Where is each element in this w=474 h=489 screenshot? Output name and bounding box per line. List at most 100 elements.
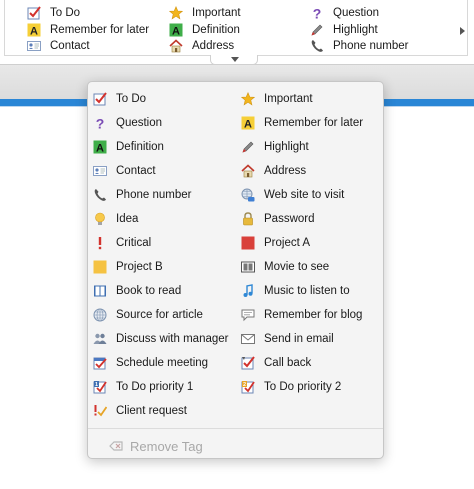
menu-item-label: Idea xyxy=(116,213,139,225)
gallery-expand-button[interactable] xyxy=(210,55,258,65)
speech-bubble-icon xyxy=(241,308,255,322)
contact-card-icon xyxy=(93,164,107,178)
menu-item-send-in-email[interactable]: Send in email xyxy=(241,330,334,348)
menu-item-remember-for-blog[interactable]: Remember for blog xyxy=(241,306,362,324)
menu-item-label: Password xyxy=(264,213,315,225)
menu-item-label: Send in email xyxy=(264,333,334,345)
menu-item-important[interactable]: Important xyxy=(241,90,313,108)
menu-item-label: Contact xyxy=(116,165,156,177)
client-request-icon xyxy=(93,404,107,418)
music-note-icon xyxy=(241,284,255,298)
menu-item-label: Remember for later xyxy=(264,117,364,129)
red-square-icon xyxy=(241,236,255,250)
menu-item-source-for-article[interactable]: Source for article xyxy=(93,306,203,324)
remove-tag-button[interactable]: Remove Tag xyxy=(108,437,203,455)
todo-checkbox-icon xyxy=(93,92,107,106)
gallery-item-to-do[interactable]: To Do xyxy=(27,5,80,21)
gallery-item-label: Address xyxy=(192,40,235,52)
remember-a-icon: A xyxy=(27,23,41,37)
menu-item-label: Client request xyxy=(116,405,187,417)
menu-item-idea[interactable]: Idea xyxy=(93,210,138,228)
tag-dropdown-menu: To Do Important? Question A Remember for lat… xyxy=(87,81,384,459)
priority-1-icon: 1 xyxy=(93,380,107,394)
menu-item-definition[interactable]: A Definition xyxy=(93,138,164,156)
menu-item-label: Remember for blog xyxy=(264,309,363,321)
menu-item-label: Critical xyxy=(116,237,152,249)
book-icon xyxy=(93,284,107,298)
globe-link-icon xyxy=(241,188,255,202)
highlight-pen-icon xyxy=(310,23,324,37)
question-icon: ? xyxy=(93,116,107,130)
gallery-item-contact[interactable]: Contact xyxy=(27,38,90,54)
house-icon xyxy=(169,39,183,53)
lightbulb-icon xyxy=(93,212,107,226)
callback-check-icon xyxy=(241,356,255,370)
menu-item-address[interactable]: Address xyxy=(241,162,306,180)
menu-item-label: Schedule meeting xyxy=(116,357,209,369)
menu-item-label: Source for article xyxy=(116,309,203,321)
menu-separator xyxy=(88,428,383,429)
menu-item-phone-number[interactable]: Phone number xyxy=(93,186,191,204)
lock-icon xyxy=(241,212,255,226)
menu-item-label: Address xyxy=(264,165,307,177)
svg-text:A: A xyxy=(30,26,38,38)
menu-item-movie-to-see[interactable]: Movie to see xyxy=(241,258,329,276)
menu-item-critical[interactable]: Critical xyxy=(93,234,151,252)
menu-item-project-a[interactable]: Project A xyxy=(241,234,310,252)
menu-item-discuss-with-manager[interactable]: Discuss with manager xyxy=(93,330,228,348)
gallery-item-label: To Do xyxy=(50,7,81,19)
svg-text:?: ? xyxy=(96,116,105,130)
highlight-pen-icon xyxy=(241,140,255,154)
menu-item-label: Question xyxy=(116,117,163,129)
menu-item-label: To Do priority 2 xyxy=(264,381,342,393)
svg-text:A: A xyxy=(96,143,104,155)
exclamation-icon xyxy=(93,236,107,250)
menu-item-web-site-to-visit[interactable]: Web site to visit xyxy=(241,186,344,204)
definition-a-icon: A xyxy=(169,23,183,37)
gallery-item-highlight[interactable]: Highlight xyxy=(310,22,378,38)
menu-item-label: Discuss with manager xyxy=(116,333,229,345)
menu-item-label: Highlight xyxy=(264,141,309,153)
gallery-item-phone-number[interactable]: Phone number xyxy=(310,38,408,54)
menu-item-to-do-priority-2[interactable]: 2 To Do priority 2 xyxy=(241,378,341,396)
gallery-item-label: Highlight xyxy=(333,24,378,36)
gallery-item-remember-for-later[interactable]: A Remember for later xyxy=(27,22,149,38)
menu-item-contact[interactable]: Contact xyxy=(93,162,156,180)
priority-2-icon: 2 xyxy=(241,380,255,394)
menu-item-label: Project A xyxy=(264,237,311,249)
gallery-item-label: Definition xyxy=(192,24,240,36)
menu-item-label: Book to read xyxy=(116,285,182,297)
film-icon xyxy=(241,260,255,274)
menu-item-client-request[interactable]: Client request xyxy=(93,402,187,420)
gallery-item-question[interactable]: ? Question xyxy=(310,5,379,21)
svg-text:?: ? xyxy=(313,6,322,20)
gallery-item-label: Important xyxy=(192,7,241,19)
menu-item-book-to-read[interactable]: Book to read xyxy=(93,282,181,300)
menu-item-to-do-priority-1[interactable]: 1 To Do priority 1 xyxy=(93,378,193,396)
menu-item-project-b[interactable]: Project B xyxy=(93,258,163,276)
gallery-item-important[interactable]: Important xyxy=(169,5,241,21)
question-icon: ? xyxy=(310,6,324,20)
gallery-item-definition[interactable]: A Definition xyxy=(169,22,240,38)
phone-icon xyxy=(93,188,107,202)
house-icon xyxy=(241,164,255,178)
menu-item-remember-for-later[interactable]: A Remember for later xyxy=(241,114,363,132)
svg-text:1: 1 xyxy=(95,382,98,388)
menu-item-password[interactable]: Password xyxy=(241,210,315,228)
globe-icon xyxy=(93,308,107,322)
menu-item-to-do[interactable]: To Do xyxy=(93,90,146,108)
svg-text:2: 2 xyxy=(243,382,246,388)
gallery-item-address[interactable]: Address xyxy=(169,38,234,54)
menu-item-question[interactable]: ? Question xyxy=(93,114,162,132)
remember-a-icon: A xyxy=(241,116,255,130)
menu-item-call-back[interactable]: Call back xyxy=(241,354,311,372)
remove-tag-label: Remove Tag xyxy=(130,438,203,454)
menu-item-label: Definition xyxy=(116,141,164,153)
menu-item-label: Music to listen to xyxy=(264,285,350,297)
menu-item-music-to-listen-to[interactable]: Music to listen to xyxy=(241,282,350,300)
tag-gallery: To Do Important ? Question A Remember fo… xyxy=(4,0,468,56)
menu-item-highlight[interactable]: Highlight xyxy=(241,138,309,156)
gallery-scroll-right-icon[interactable] xyxy=(460,27,465,35)
chevron-down-icon xyxy=(231,57,239,62)
menu-item-schedule-meeting[interactable]: Schedule meeting xyxy=(93,354,208,372)
